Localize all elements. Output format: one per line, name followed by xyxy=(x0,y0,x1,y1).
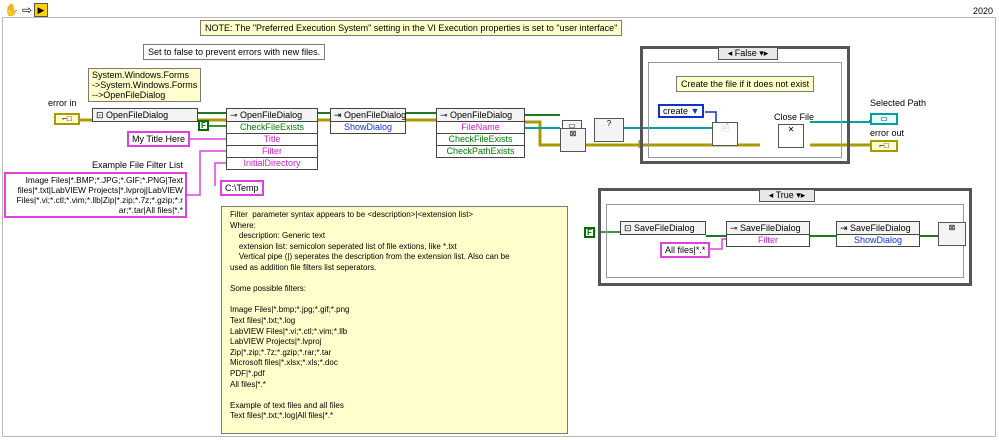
close-file-label: Close File xyxy=(774,112,815,122)
error-out-indicator[interactable]: ⌐□ xyxy=(870,140,898,152)
prop-filter[interactable]: Filter xyxy=(726,235,810,247)
openfiledialog-result-property-node[interactable]: ⊸ OpenFileDialog FileName CheckFileExist… xyxy=(436,108,525,158)
initial-directory-constant[interactable]: C:\Temp xyxy=(220,180,264,196)
selected-path-label: Selected Path xyxy=(870,98,927,108)
error-out-label: error out xyxy=(870,128,905,138)
case-selector[interactable]: ◂ True ▾▸ xyxy=(759,189,815,202)
comment-line: used as addition file filters list seper… xyxy=(230,262,377,272)
prop-filter[interactable]: Filter xyxy=(226,146,318,158)
key-icon: ⊸ xyxy=(730,223,741,233)
key-icon: ⊸ xyxy=(440,110,451,120)
savefiledialog-property-node[interactable]: ⊸ SaveFileDialog Filter xyxy=(726,221,810,247)
constructor-icon: ⊡ xyxy=(624,223,635,233)
set-false-note: Set to false to prevent errors with new … xyxy=(143,44,326,60)
invoke-icon: ⇥ xyxy=(840,223,851,233)
method-showdialog[interactable]: ShowDialog xyxy=(836,235,920,247)
comment-line: PDF|*.pdf xyxy=(230,368,265,378)
key-icon: ⊸ xyxy=(230,110,241,120)
comment-line: description: Generic text xyxy=(230,231,326,241)
close-reference-subvi[interactable]: ⊠ xyxy=(560,128,586,152)
true-case-selector-constant[interactable]: F xyxy=(584,227,595,238)
constructor-icon: ⊡ xyxy=(96,110,107,120)
comment-line: All files|*.* xyxy=(230,379,266,389)
comment-line: Microsoft files|*.xlsx;*.xls;*.doc xyxy=(230,358,338,368)
comment-line: Text files|*.txt;*.log xyxy=(230,315,296,325)
comment-line: Some possible filters: xyxy=(230,284,307,294)
filter-line: ar;*.tar|All files|*.* xyxy=(118,205,183,215)
property-node-header: ⊸ OpenFileDialog xyxy=(226,108,318,122)
execution-note: NOTE: The "Preferred Execution System" s… xyxy=(200,20,623,36)
comment-line xyxy=(230,295,559,306)
comment-line: Text files|*.txt;*.log|All files|*.* xyxy=(230,411,334,421)
invoke-node-header: ⇥ OpenFileDialog xyxy=(330,108,406,122)
comment-line: Filter parameter syntax appears to be <d… xyxy=(230,210,474,219)
file-exists-subvi[interactable]: ? xyxy=(594,118,624,142)
filter-line: Image Files|*.BMP;*.JPG;*.GIF;*.PNG|Text xyxy=(25,175,183,185)
comment-line: Vertical pipe (|) seperates the descript… xyxy=(230,252,510,262)
class-line: -->OpenFileDialog xyxy=(92,90,166,100)
property-node-header: ⊸ OpenFileDialog xyxy=(436,108,525,122)
close-reference-subvi[interactable]: ⊠ xyxy=(938,222,966,246)
filter-line: files|*.txt|LabVIEW Projects|*.lvproj|La… xyxy=(17,185,183,195)
openfiledialog-constructor[interactable]: ⊡ OpenFileDialog xyxy=(92,108,198,122)
comment-line: Example of text files and all files xyxy=(230,400,344,410)
filter-list-constant[interactable]: Image Files|*.BMP;*.JPG;*.GIF;*.PNG|Text… xyxy=(4,172,187,218)
invoke-node-header: ⇥ SaveFileDialog xyxy=(836,221,920,235)
invoke-icon: ⇥ xyxy=(334,110,345,120)
savefiledialog-invoke-node[interactable]: ⇥ SaveFileDialog ShowDialog xyxy=(836,221,920,247)
comment-line xyxy=(230,390,559,401)
prop-checkpathexists[interactable]: CheckPathExists xyxy=(436,146,525,158)
comment-line: Where: xyxy=(230,220,256,230)
all-files-constant[interactable]: All files|*.* xyxy=(660,242,711,258)
openfiledialog-property-node[interactable]: ⊸ OpenFileDialog CheckFileExists Title F… xyxy=(226,108,318,170)
class-path-note: System.Windows.Forms ->System.Windows.Fo… xyxy=(88,68,202,102)
comment-line: Image Files|*.bmp;*.jpg;*.gif;*.png xyxy=(230,305,350,315)
filter-syntax-comment: Filter parameter syntax appears to be <d… xyxy=(221,206,568,434)
close-file-subvi[interactable]: ✕ xyxy=(778,124,804,148)
class-line: System.Windows.Forms xyxy=(92,70,190,80)
prop-initialdirectory[interactable]: InitialDirectory xyxy=(226,158,318,170)
prop-checkfileexists[interactable]: CheckFileExists xyxy=(436,134,525,146)
comment-line: LabVIEW Files|*.vi;*.ctl;*.vim;*.llb xyxy=(230,326,348,336)
selected-path-indicator[interactable]: ▭ xyxy=(870,113,898,125)
false-constant[interactable]: F xyxy=(198,120,209,131)
comment-line: Zip|*.zip;*.7z;*.gzip;*.rar;*.tar xyxy=(230,347,332,357)
dropdown-arrow-icon: ▼ xyxy=(690,106,700,116)
comment-line: extension list: semicolon seperated list… xyxy=(230,241,457,251)
error-in-terminal[interactable]: ⌐□ xyxy=(54,113,80,125)
create-file-note: Create the file if it does not exist xyxy=(676,76,815,92)
method-showdialog[interactable]: ShowDialog xyxy=(330,122,406,134)
property-node-header: ⊸ SaveFileDialog xyxy=(726,221,810,235)
create-enum-constant[interactable]: create ▼ xyxy=(658,104,705,118)
showdialog-invoke-node[interactable]: ⇥ OpenFileDialog ShowDialog xyxy=(330,108,406,134)
filter-list-label: Example File Filter List xyxy=(92,160,184,170)
prop-filename[interactable]: FileName xyxy=(436,122,525,134)
comment-line xyxy=(230,274,559,285)
title-constant[interactable]: My Title Here xyxy=(127,131,191,147)
class-line: ->System.Windows.Forms xyxy=(92,80,198,90)
savefiledialog-constructor[interactable]: ⊡ SaveFileDialog xyxy=(620,221,706,235)
filter-line: Files|*.vi;*.ctl;*.vim;*.llb|Zip|*.zip;*… xyxy=(16,195,183,205)
prop-title[interactable]: Title xyxy=(226,134,318,146)
error-in-label: error in xyxy=(48,98,77,108)
comment-line: LabVIEW Projects|*.lvproj xyxy=(230,337,322,347)
open-file-subvi[interactable]: 📄 xyxy=(712,122,738,146)
case-selector[interactable]: ◂ False ▾▸ xyxy=(718,47,778,60)
prop-checkfileexists[interactable]: CheckFileExists xyxy=(226,122,318,134)
